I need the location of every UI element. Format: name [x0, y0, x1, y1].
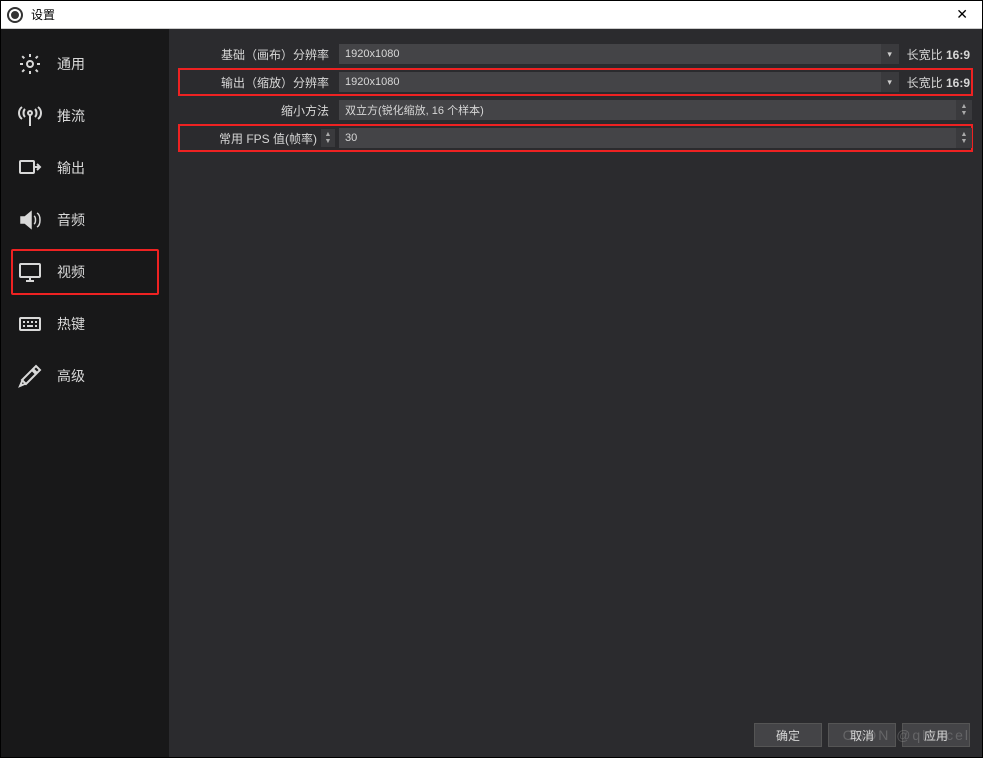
sidebar-item-label: 视频: [57, 262, 85, 282]
gear-icon: [17, 51, 43, 77]
chevron-down-icon: ▾: [881, 72, 899, 92]
downscale-value: 双立方(锐化缩放, 16 个样本): [345, 102, 484, 118]
tools-icon: [17, 363, 43, 389]
cancel-button[interactable]: 取消: [828, 723, 896, 747]
fps-label: 常用 FPS 值(帧率): [219, 130, 317, 147]
downscale-combo[interactable]: 双立方(锐化缩放, 16 个样本): [339, 100, 972, 120]
sidebar-item-audio[interactable]: 音频: [11, 197, 159, 243]
apply-button[interactable]: 应用: [902, 723, 970, 747]
output-aspect: 长宽比 16:9: [905, 74, 972, 91]
dialog-buttons: 确定 取消 应用: [754, 723, 970, 747]
row-output-resolution: 输出（缩放）分辨率 1920x1080 ▾ 长宽比 16:9: [179, 69, 972, 95]
app-icon: [7, 7, 23, 23]
sidebar-item-label: 推流: [57, 106, 85, 126]
base-resolution-label: 基础（画布）分辨率: [179, 46, 339, 63]
chevron-down-icon: ▾: [881, 44, 899, 64]
sidebar-item-label: 音频: [57, 210, 85, 230]
main-panel: 基础（画布）分辨率 1920x1080 ▾ 长宽比 16:9 输出（缩放）分辨率…: [169, 29, 982, 757]
row-downscale: 缩小方法 双立方(锐化缩放, 16 个样本): [179, 97, 972, 123]
output-resolution-value: 1920x1080: [345, 76, 399, 88]
sidebar-item-video[interactable]: 视频: [11, 249, 159, 295]
downscale-label: 缩小方法: [179, 102, 339, 119]
window-title: 设置: [31, 6, 55, 23]
fps-type-spinner[interactable]: [321, 129, 335, 147]
base-resolution-combo[interactable]: 1920x1080 ▾: [339, 44, 899, 64]
base-aspect: 长宽比 16:9: [905, 46, 972, 63]
speaker-icon: [17, 207, 43, 233]
fps-value: 30: [345, 132, 357, 144]
up-down-icon: [956, 128, 972, 148]
sidebar-item-stream[interactable]: 推流: [11, 93, 159, 139]
up-down-icon: [956, 100, 972, 120]
sidebar-item-advanced[interactable]: 高级: [11, 353, 159, 399]
antenna-icon: [17, 103, 43, 129]
row-fps: 常用 FPS 值(帧率) 30: [179, 125, 972, 151]
sidebar-item-label: 输出: [57, 158, 85, 178]
sidebar-item-label: 高级: [57, 366, 85, 386]
sidebar-item-label: 热键: [57, 314, 85, 334]
row-base-resolution: 基础（画布）分辨率 1920x1080 ▾ 长宽比 16:9: [179, 41, 972, 67]
ok-button[interactable]: 确定: [754, 723, 822, 747]
settings-window: 设置 ✕ 通用 推流 输出: [0, 0, 983, 758]
keyboard-icon: [17, 311, 43, 337]
fps-combo[interactable]: 30: [339, 128, 972, 148]
sidebar-item-output[interactable]: 输出: [11, 145, 159, 191]
close-button[interactable]: ✕: [948, 4, 976, 25]
monitor-icon: [17, 259, 43, 285]
output-icon: [17, 155, 43, 181]
output-resolution-combo[interactable]: 1920x1080 ▾: [339, 72, 899, 92]
output-resolution-label: 输出（缩放）分辨率: [179, 74, 339, 91]
sidebar: 通用 推流 输出 音频: [1, 29, 169, 757]
sidebar-item-label: 通用: [57, 54, 85, 74]
base-resolution-value: 1920x1080: [345, 48, 399, 60]
sidebar-item-hotkeys[interactable]: 热键: [11, 301, 159, 347]
body: 通用 推流 输出 音频: [1, 29, 982, 757]
titlebar: 设置 ✕: [1, 1, 982, 29]
sidebar-item-general[interactable]: 通用: [11, 41, 159, 87]
